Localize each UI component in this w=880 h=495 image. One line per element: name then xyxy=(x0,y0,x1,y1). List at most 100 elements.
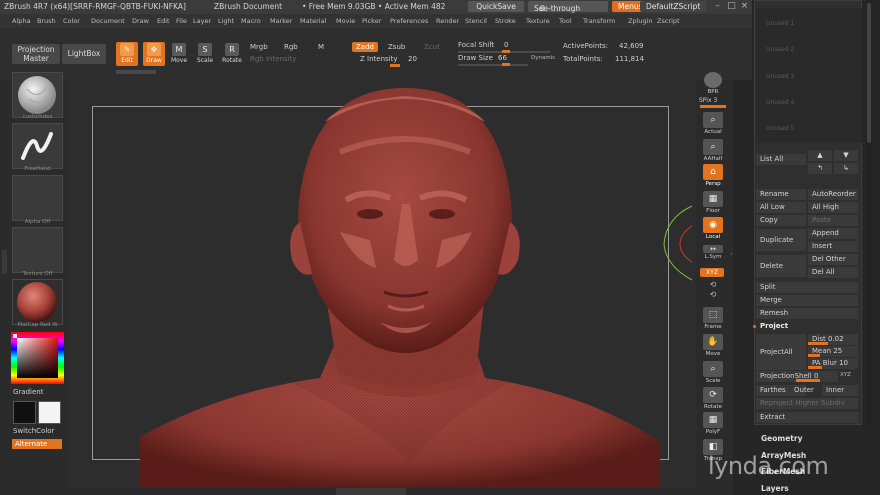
subtool-slot[interactable]: Unused 4 xyxy=(766,99,794,106)
left-tray-handle[interactable] xyxy=(2,250,7,274)
menu-material[interactable]: Material xyxy=(300,17,326,25)
spix-slider[interactable]: SPix 3 xyxy=(699,97,729,104)
seethrough-slider[interactable]: See-through 0 xyxy=(528,1,608,13)
actual-button[interactable]: ⌕ Actual xyxy=(699,112,727,138)
menu-light[interactable]: Light xyxy=(218,17,234,25)
del-other-button[interactable]: Del Other xyxy=(808,254,858,265)
switchcolor-button[interactable]: SwitchColor xyxy=(13,427,54,435)
polyf-button[interactable]: ▦ PolyF xyxy=(699,412,727,438)
zscript-button[interactable]: DefaultZScript xyxy=(640,1,707,12)
bpr-button[interactable]: BPR xyxy=(699,72,727,98)
scale-button[interactable]: S Scale xyxy=(194,42,216,66)
rgb-intensity-slider[interactable]: Rgb Intensity xyxy=(250,55,296,63)
arrow-up-icon[interactable]: ▲ xyxy=(808,150,832,161)
insert-button[interactable]: Insert xyxy=(808,241,858,252)
aahalf-button[interactable]: ⌕ AAHalf xyxy=(699,139,727,165)
floor-button[interactable]: ▦ Floor xyxy=(699,191,727,217)
panel-scrollbar[interactable] xyxy=(866,0,872,425)
subtool-slot[interactable]: Unused 3 xyxy=(766,73,794,80)
rotate-button[interactable]: R Rotate xyxy=(221,42,243,66)
menu-picker[interactable]: Picker xyxy=(362,17,381,25)
all-low-button[interactable]: All Low xyxy=(756,202,806,213)
menu-movie[interactable]: Movie xyxy=(336,17,355,25)
list-all-button[interactable]: List All xyxy=(756,154,806,165)
minimize-icon[interactable]: – xyxy=(712,1,723,12)
horizontal-scrollbar[interactable] xyxy=(336,488,406,495)
right-tray-arrow-icon[interactable]: › xyxy=(730,250,734,264)
alternate-button[interactable]: Alternate xyxy=(12,439,62,449)
edit-button[interactable]: ✎ Edit xyxy=(116,42,138,66)
move-button[interactable]: M Move xyxy=(168,42,190,66)
append-button[interactable]: Append xyxy=(808,228,858,239)
alpha-thumbnail[interactable] xyxy=(12,175,63,221)
draw-button[interactable]: ✥ Draw xyxy=(143,42,165,66)
xyz-axis-toggle[interactable]: XYZ xyxy=(840,372,851,378)
outer-toggle[interactable]: Outer xyxy=(790,385,820,396)
menu-edit[interactable]: Edit xyxy=(157,17,170,25)
copy-button[interactable]: Copy xyxy=(756,215,806,226)
secondary-color-swatch[interactable] xyxy=(38,401,61,424)
rename-button[interactable]: Rename xyxy=(756,189,806,200)
menu-texture[interactable]: Texture xyxy=(526,17,550,25)
menu-zplugin[interactable]: Zplugin xyxy=(628,17,653,25)
frame-button[interactable]: ⬚ Frame xyxy=(699,307,727,333)
duplicate-button[interactable]: Duplicate xyxy=(756,229,806,251)
lightbox-button[interactable]: LightBox xyxy=(62,44,106,64)
menu-file[interactable]: File xyxy=(176,17,187,25)
split-menu[interactable]: Split xyxy=(756,282,858,293)
layers-menu[interactable]: Layers xyxy=(761,484,789,493)
rotation-axis-icon[interactable]: ⟲ ⟲ xyxy=(707,280,719,300)
move-down-icon[interactable]: ↳ xyxy=(834,163,858,174)
mrgb-toggle[interactable]: Mrgb xyxy=(250,43,268,51)
menu-zscript[interactable]: Zscript xyxy=(657,17,680,25)
xyz-toggle[interactable]: XYZ xyxy=(700,268,724,277)
menu-render[interactable]: Render xyxy=(436,17,459,25)
projection-master-button[interactable]: Projection Master xyxy=(12,44,60,64)
main-color-swatch[interactable] xyxy=(13,401,36,424)
project-menu[interactable]: Project xyxy=(756,321,858,332)
arrow-down-icon[interactable]: ▼ xyxy=(834,150,858,161)
scale-view-button[interactable]: ⌕ Scale xyxy=(699,361,727,387)
merge-menu[interactable]: Merge xyxy=(756,295,858,306)
menu-macro[interactable]: Macro xyxy=(241,17,261,25)
del-all-button[interactable]: Del All xyxy=(808,267,858,278)
head-sculpt-model[interactable] xyxy=(140,82,670,488)
menu-tool[interactable]: Tool xyxy=(559,17,572,25)
reproject-higher-subdiv-button[interactable]: Reproject Higher Subdiv xyxy=(756,398,858,409)
inner-toggle[interactable]: Inner xyxy=(822,385,858,396)
rgb-toggle[interactable]: Rgb xyxy=(284,43,298,51)
m-toggle[interactable]: M xyxy=(318,43,324,51)
move-up-icon[interactable]: ↰ xyxy=(808,163,832,174)
extract-menu[interactable]: Extract xyxy=(756,412,858,423)
menu-brush[interactable]: Brush xyxy=(37,17,56,25)
stroke-thumbnail[interactable] xyxy=(12,123,63,169)
local-button[interactable]: ◉ Local xyxy=(699,217,727,243)
all-high-button[interactable]: All High xyxy=(808,202,858,213)
zcut-toggle[interactable]: Zcut xyxy=(424,43,440,51)
menu-color[interactable]: Color xyxy=(63,17,80,25)
brush-thumbnail[interactable] xyxy=(12,72,63,118)
subtool-slot[interactable]: Unused 2 xyxy=(766,46,794,53)
autoreorder-button[interactable]: AutoReorder xyxy=(808,189,858,200)
menu-transform[interactable]: Transform xyxy=(583,17,615,25)
draw-size-slider[interactable]: Draw Size 66 Dynamic xyxy=(458,54,562,66)
move-view-button[interactable]: ✋ Move xyxy=(699,334,727,360)
paste-button[interactable]: Paste xyxy=(808,215,858,226)
persp-button[interactable]: ⌂ Persp xyxy=(699,164,727,190)
menu-preferences[interactable]: Preferences xyxy=(390,17,428,25)
geometry-menu[interactable]: Geometry xyxy=(761,434,802,443)
projectall-button[interactable]: ProjectAll xyxy=(756,334,806,370)
remesh-menu[interactable]: Remesh xyxy=(756,308,858,319)
zsub-toggle[interactable]: Zsub xyxy=(388,43,405,51)
menu-marker[interactable]: Marker xyxy=(270,17,292,25)
subtool-slot[interactable]: Unused 1 xyxy=(766,20,794,27)
zadd-toggle[interactable]: Zadd xyxy=(352,42,378,52)
panel-scroll-thumb[interactable] xyxy=(867,3,871,143)
menu-document[interactable]: Document xyxy=(91,17,125,25)
texture-thumbnail[interactable] xyxy=(12,227,63,273)
maximize-icon[interactable]: □ xyxy=(726,1,737,12)
menu-draw[interactable]: Draw xyxy=(132,17,149,25)
material-thumbnail[interactable] xyxy=(12,279,63,325)
close-icon[interactable]: × xyxy=(739,1,750,12)
focal-shift-slider[interactable]: Focal Shift 0 xyxy=(458,41,554,53)
